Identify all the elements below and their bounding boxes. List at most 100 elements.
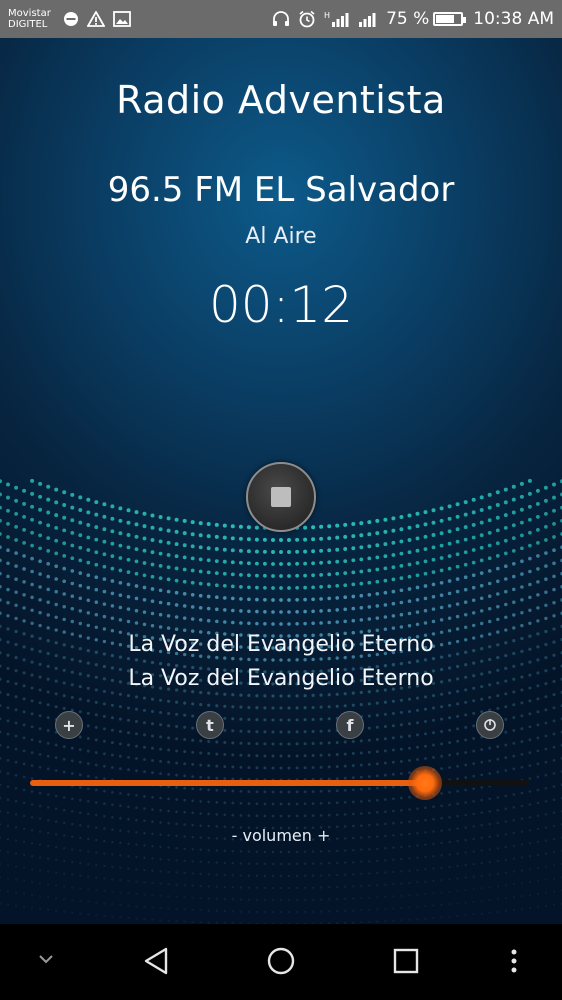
wave-dot (174, 603, 179, 607)
wave-dot (423, 510, 428, 515)
wave-dot (167, 736, 171, 740)
wave-dot (38, 598, 42, 602)
wave-dot (471, 510, 476, 515)
wave-dot (166, 601, 171, 606)
wave-dot (343, 559, 348, 564)
wave-dot (111, 915, 114, 918)
wave-dot (199, 787, 203, 791)
wave-dot (311, 537, 316, 542)
wave-dot (214, 522, 219, 527)
wave-dot (479, 545, 484, 550)
wave-dot (191, 860, 194, 863)
wave-dot (46, 587, 50, 592)
wave-dot (488, 695, 492, 700)
wave-dot (79, 899, 82, 903)
back-icon[interactable] (142, 946, 170, 976)
wave-dot (14, 577, 18, 581)
wave-dot (327, 729, 331, 733)
wave-dot (183, 750, 187, 754)
wave-dot (63, 847, 66, 850)
wave-dot (367, 520, 372, 525)
wave-dot (142, 708, 147, 712)
wave-dot (22, 788, 26, 792)
wave-dot (415, 573, 420, 578)
wave-dot (311, 597, 315, 602)
wave-dot (351, 546, 356, 551)
wave-dot (327, 548, 332, 553)
wave-dot (223, 885, 226, 889)
wave-dot (359, 606, 364, 610)
wave-dot (407, 550, 412, 555)
wave-dot (528, 556, 532, 561)
wave-dot (367, 714, 371, 718)
wave-dot (536, 593, 540, 597)
wave-dot (448, 766, 451, 769)
wave-dot (520, 765, 524, 769)
volume-thumb[interactable] (408, 766, 442, 800)
wave-dot (368, 848, 371, 851)
wave-dot (0, 770, 2, 773)
wave-dot (360, 897, 363, 900)
wave-dot (94, 738, 98, 742)
wave-dot (38, 740, 42, 744)
wave-dot (142, 573, 147, 578)
wave-dot (528, 881, 532, 884)
wave-dot (343, 704, 347, 708)
wave-dot (552, 627, 556, 631)
wave-dot (191, 702, 195, 706)
wave-dot (431, 706, 436, 710)
wave-dot (375, 701, 379, 705)
wave-dot (416, 918, 419, 921)
wave-dot (279, 550, 283, 554)
wave-dot (86, 699, 90, 703)
wave-dot (271, 742, 275, 746)
wave-dot (0, 730, 2, 734)
wave-dot (255, 850, 259, 854)
battery-icon (433, 12, 467, 26)
wave-dot (38, 494, 43, 499)
wave-dot (512, 600, 516, 604)
wave-dot (543, 485, 548, 490)
twitter-icon[interactable]: t (196, 711, 224, 739)
add-icon[interactable]: + (55, 711, 83, 739)
wave-dot (110, 716, 114, 720)
signal-icon (358, 10, 378, 28)
wave-dot (239, 789, 243, 793)
wave-dot (223, 861, 226, 865)
wave-dot (62, 579, 66, 584)
volume-slider[interactable] (30, 766, 530, 800)
recents-icon[interactable] (392, 946, 420, 976)
wave-dot (319, 621, 323, 625)
wave-dot (303, 886, 307, 889)
wave-dot (126, 545, 131, 550)
chevron-down-icon[interactable] (36, 952, 56, 966)
wave-dot (279, 790, 283, 794)
wave-dot (175, 761, 179, 765)
home-icon[interactable] (266, 946, 296, 976)
wave-dot (295, 754, 299, 758)
wave-dot (399, 551, 404, 556)
power-icon[interactable] (476, 711, 504, 739)
wave-dot (520, 623, 524, 628)
wave-dot (135, 818, 138, 822)
wave-dot (367, 532, 372, 537)
wave-dot (55, 858, 58, 862)
wave-dot (190, 592, 195, 597)
wave-dot (535, 501, 540, 506)
wave-dot (6, 851, 10, 854)
wave-dot (376, 896, 379, 899)
facebook-icon[interactable]: f (336, 711, 364, 739)
wave-dot (400, 906, 403, 910)
wave-dot (271, 814, 275, 818)
more-icon[interactable] (508, 946, 520, 976)
stop-button[interactable] (246, 462, 316, 532)
wave-dot (23, 879, 26, 882)
wave-dot (328, 886, 331, 889)
wave-dot (174, 615, 179, 619)
wave-dot (367, 787, 371, 791)
wave-dot (6, 614, 10, 618)
wave-dot (447, 591, 452, 596)
station-name: 96.5 FM EL Salvador (107, 170, 455, 210)
wave-dot (488, 860, 491, 864)
wave-dot (520, 714, 524, 718)
